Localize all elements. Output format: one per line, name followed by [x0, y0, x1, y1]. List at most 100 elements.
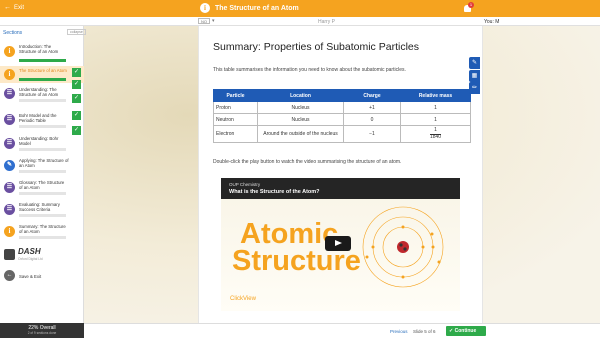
overall-percent: 22% Overall	[28, 325, 56, 331]
fraction-denominator: 1840	[429, 133, 442, 140]
table-cell: Proton	[213, 101, 258, 114]
table-cell: Nucleus	[257, 101, 344, 114]
sidebar-item-evaluating[interactable]: ☰ Evaluating: Summary Success Criteria	[0, 200, 84, 222]
sidebar-item-label: Understanding: Bohr Model	[19, 136, 59, 146]
you-label: You: M	[484, 18, 500, 25]
intro-text: This table summarises the information yo…	[213, 67, 406, 73]
sidebar-item-label: Bohr Model and the Periodic Table	[19, 113, 57, 123]
notifications-button[interactable]: 1	[462, 2, 474, 14]
table-cell: 1	[400, 113, 471, 126]
pencil-icon: ✎	[4, 160, 15, 171]
check-icon: ✓	[449, 328, 454, 334]
column-header: Location	[257, 89, 344, 102]
page-title: Summary: Properties of Subatomic Particl…	[213, 41, 419, 53]
table-cell: 1 1840	[400, 125, 471, 143]
progress-bar	[19, 125, 66, 128]
table-row: Proton Nucleus +1 1	[213, 101, 471, 114]
sidebar-item-label: Glossary: The Structure of an Atom	[19, 180, 65, 190]
progress-bar	[19, 59, 66, 62]
progress-bar	[19, 170, 66, 173]
previous-button[interactable]: Previous	[390, 329, 408, 334]
collapse-button[interactable]: collapse	[67, 29, 86, 35]
overall-sub: 2 of 9 sections done	[27, 331, 57, 335]
chevron-down-icon: ▾	[212, 18, 215, 24]
back-arrow-icon: ←	[4, 270, 15, 281]
play-button[interactable]	[325, 236, 351, 251]
list-icon: ☰	[4, 182, 15, 193]
comment-icon[interactable]: ✎	[469, 57, 480, 69]
check-icon: ✓	[72, 80, 81, 89]
sidebar-item-introduction[interactable]: i Introduction: The Structure of an Atom	[0, 40, 84, 66]
view-selector[interactable]: NO ▾	[198, 18, 215, 24]
column-header: Relative mass	[400, 89, 471, 102]
list-icon: ☰	[4, 138, 15, 149]
lesson-title: The Structure of an Atom	[215, 4, 299, 12]
dash-logo: DASH Oxford Digital Ltd	[4, 247, 82, 263]
table-cell: Electron	[213, 125, 258, 143]
check-icon: ✓	[72, 68, 81, 77]
sidebar-item-understanding-structure[interactable]: ☰ Understanding: The Structure of an Ato…	[0, 80, 84, 108]
info-icon: i	[4, 46, 15, 57]
sidebar-item-summary[interactable]: i Summary: The Structure of an Atom	[0, 222, 84, 244]
progress-bar	[19, 192, 66, 195]
save-exit-label: Save & Exit	[19, 274, 42, 279]
exit-button[interactable]: ← Exit	[4, 4, 24, 12]
save-exit-button[interactable]: ← Save & Exit	[0, 269, 84, 283]
sub-bar: NO ▾ Harry P You: M	[0, 17, 600, 26]
exit-label: Exit	[14, 5, 25, 11]
progress-bar	[19, 214, 66, 217]
video-player[interactable]: OUP Chemistry What is the Structure of t…	[221, 178, 460, 311]
continue-label: Continue	[454, 328, 477, 334]
sidebar: Sections collapse i Introduction: The St…	[0, 26, 86, 323]
notification-badge: 1	[468, 2, 474, 8]
particles-table: Particle Location Charge Relative mass P…	[213, 89, 471, 143]
user-name: Harry P	[318, 18, 335, 25]
fraction: 1 1840	[429, 127, 442, 140]
table-row: Electron Around the outside of the nucle…	[213, 125, 471, 143]
continue-button[interactable]: ✓ Continue	[446, 326, 486, 336]
table-cell: Around the outside of the nucleus	[257, 125, 344, 143]
table-row: Neutron Nucleus 0 1	[213, 113, 471, 126]
progress-bar	[19, 236, 66, 239]
back-arrow-icon: ←	[4, 4, 11, 11]
progress-bar	[19, 148, 66, 151]
lesson-title-wrap: i The Structure of an Atom	[200, 3, 299, 13]
overall-progress: 22% Overall 2 of 9 sections done	[0, 323, 84, 338]
table-cell: 0	[343, 113, 401, 126]
dash-logo-icon	[4, 249, 15, 260]
table-cell: +1	[343, 101, 401, 114]
sidebar-item-label: Understanding: The Structure of an Atom	[19, 87, 59, 97]
video-brand: OUP Chemistry	[229, 182, 261, 187]
main-content: Summary: Properties of Subatomic Particl…	[198, 26, 483, 323]
sidebar-item-label: The Structure of an Atom	[19, 68, 67, 73]
list-icon: ☰	[4, 114, 15, 125]
check-icon: ✓	[72, 111, 81, 120]
info-icon: i	[4, 226, 15, 237]
column-header: Particle	[213, 89, 258, 102]
atom-diagram-icon	[362, 206, 444, 288]
top-bar: ← Exit i The Structure of an Atom 1	[0, 0, 600, 17]
slide-indicator: Slide 5 of 6	[413, 329, 436, 334]
sidebar-item-applying[interactable]: ✎ Applying: The Structure of an Atom	[0, 156, 84, 178]
dash-logo-name: DASH	[18, 247, 41, 256]
video-title: What is the Structure of the Atom?	[229, 189, 320, 195]
view-selector-box: NO	[198, 18, 210, 24]
table-cell: −1	[343, 125, 401, 143]
sidebar-item-bohr-model[interactable]: ☰ Bohr Model and the Periodic Table ✓ ✓	[0, 110, 84, 135]
table-header-row: Particle Location Charge Relative mass	[213, 89, 471, 102]
pen-icon[interactable]: ✏	[469, 82, 480, 94]
calculator-icon[interactable]: ▦	[469, 70, 480, 82]
sidebar-item-understanding-bohr[interactable]: ☰ Understanding: Bohr Model	[0, 134, 84, 156]
sections-heading: Sections	[3, 30, 23, 36]
table-cell: Nucleus	[257, 113, 344, 126]
sidebar-item-label: Summary: The Structure of an Atom	[19, 224, 66, 234]
list-icon: ☰	[4, 88, 15, 99]
info-icon: i	[4, 69, 15, 80]
sidebar-item-glossary[interactable]: ☰ Glossary: The Structure of an Atom	[0, 178, 84, 200]
clickview-logo: ClickView	[230, 296, 256, 302]
list-icon: ☰	[4, 204, 15, 215]
info-icon: i	[200, 3, 210, 13]
sidebar-item-label: Applying: The Structure of an Atom	[19, 158, 69, 168]
table-cell: Neutron	[213, 113, 258, 126]
progress-bar	[19, 78, 66, 81]
